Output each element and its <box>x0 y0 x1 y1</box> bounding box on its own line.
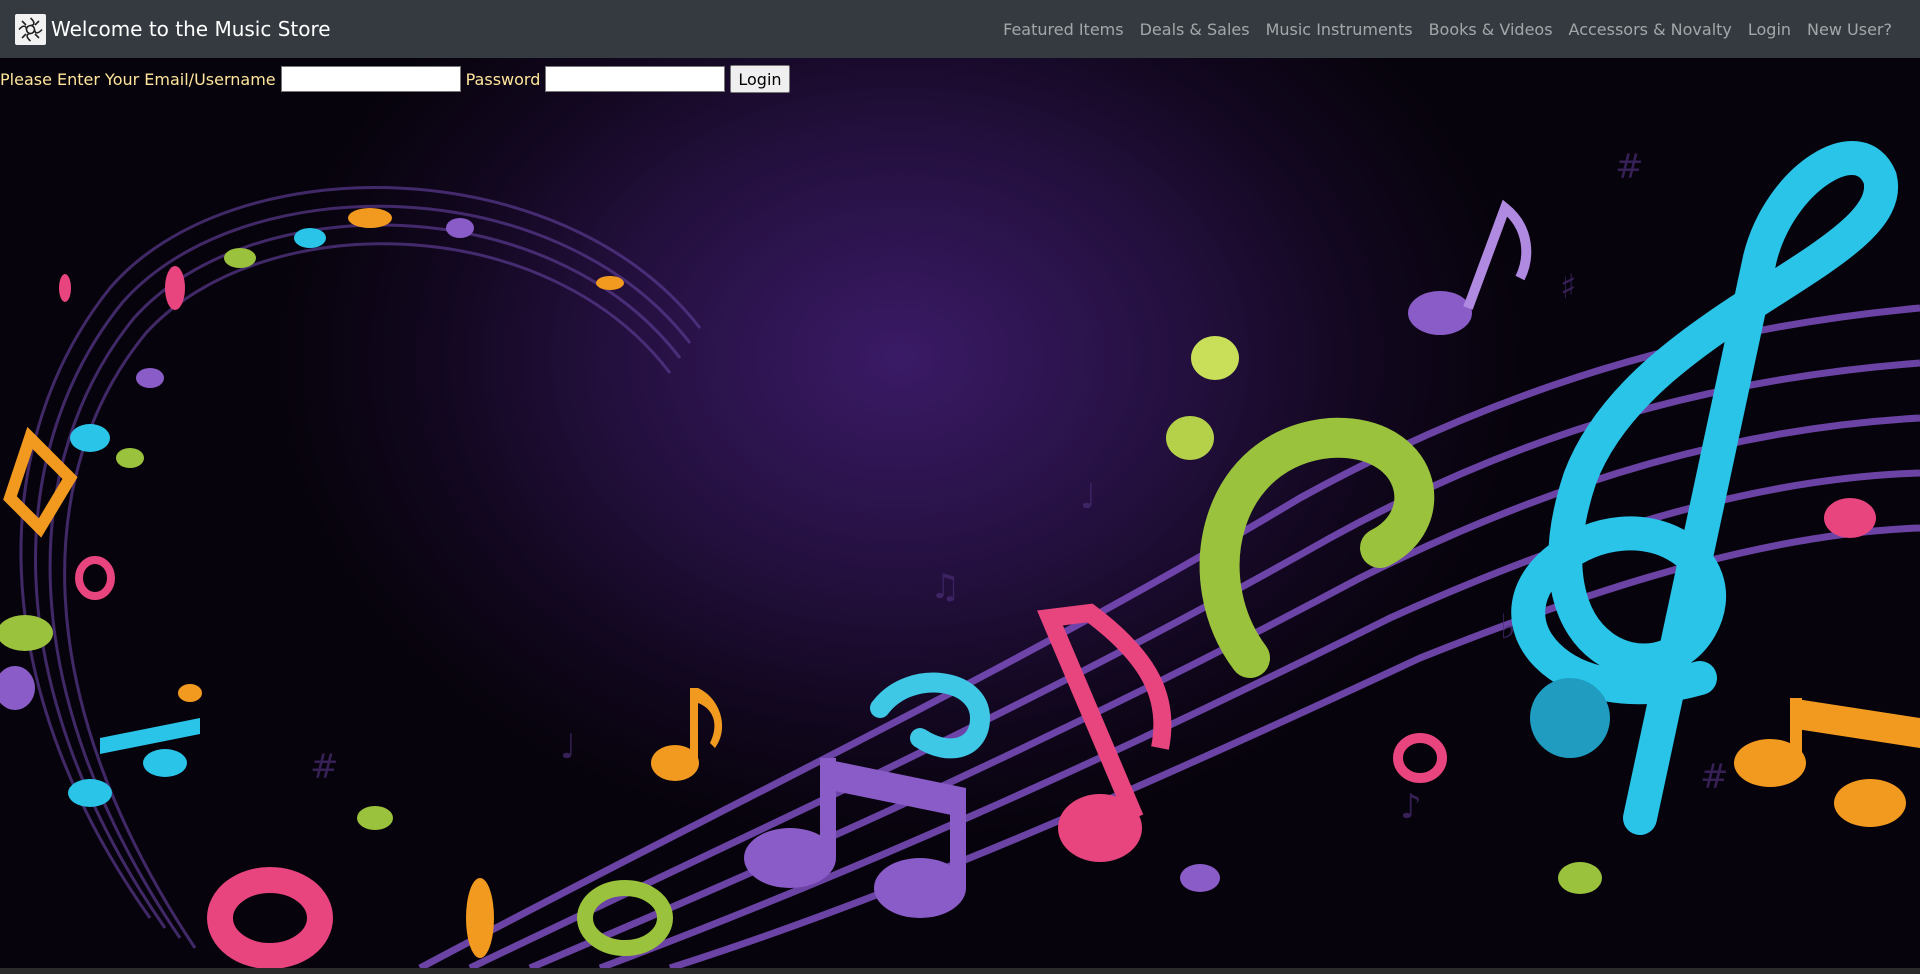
svg-text:♪: ♪ <box>1400 787 1422 827</box>
svg-text:#: # <box>1700 757 1729 797</box>
nav-music-instruments[interactable]: Music Instruments <box>1258 20 1421 39</box>
svg-text:♭: ♭ <box>1500 607 1516 647</box>
ornament-logo-icon <box>15 13 46 45</box>
login-submit-button[interactable]: Login <box>730 65 790 93</box>
bottom-scrollbar-strip <box>0 968 1920 974</box>
svg-text:♩: ♩ <box>1080 477 1096 517</box>
music-notes-illustration: # ♯ ♩ # ♪ ♫ ♭ # ♩ <box>0 141 1920 968</box>
nav-books-videos[interactable]: Books & Videos <box>1421 20 1561 39</box>
nav-login[interactable]: Login <box>1740 20 1799 39</box>
brand-link[interactable]: Welcome to the Music Store <box>15 13 331 45</box>
password-input[interactable] <box>545 66 726 92</box>
login-form: Please Enter Your Email/Username Passwor… <box>0 64 790 94</box>
password-label: Password <box>465 69 541 89</box>
hero-music-notes-background: # ♯ ♩ # ♪ ♫ ♭ # ♩ <box>0 58 1920 968</box>
svg-text:#: # <box>1615 147 1644 187</box>
svg-text:#: # <box>310 747 339 787</box>
svg-text:♫: ♫ <box>930 567 960 607</box>
svg-text:♯: ♯ <box>1560 267 1576 307</box>
svg-text:♩: ♩ <box>560 727 576 767</box>
nav-featured-items[interactable]: Featured Items <box>995 20 1131 39</box>
brand-title: Welcome to the Music Store <box>51 17 331 41</box>
email-username-input[interactable] <box>280 66 461 92</box>
nav-accessors-novalty[interactable]: Accessors & Novalty <box>1561 20 1740 39</box>
email-label: Please Enter Your Email/Username <box>0 69 276 89</box>
nav-new-user[interactable]: New User? <box>1799 20 1900 39</box>
nav-links: Featured Items Deals & Sales Music Instr… <box>995 20 1900 39</box>
nav-deals-sales[interactable]: Deals & Sales <box>1132 20 1258 39</box>
top-navbar: Welcome to the Music Store Featured Item… <box>0 0 1920 58</box>
